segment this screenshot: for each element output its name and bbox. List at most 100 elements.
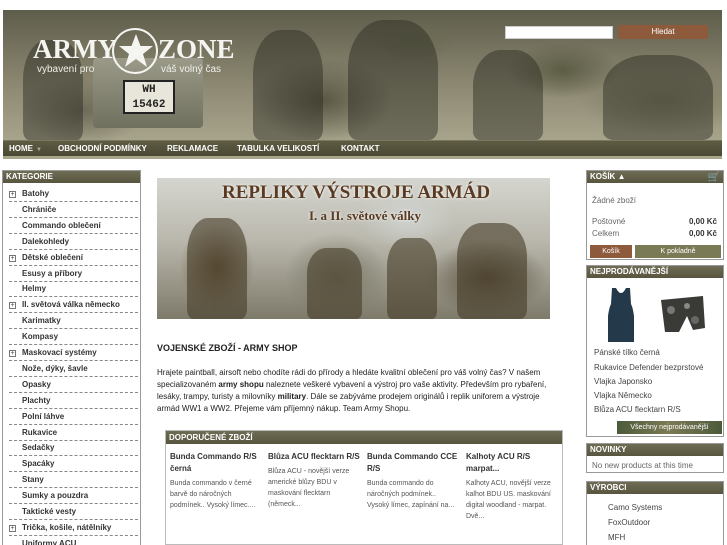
nav-item-size-chart[interactable]: TABULKA VELIKOSTÍ xyxy=(237,141,319,157)
soldier-silhouette xyxy=(387,238,437,319)
all-bestsellers-button[interactable]: Všechny nejprodávanější xyxy=(617,421,722,434)
expand-icon[interactable]: + xyxy=(9,191,16,198)
manufacturer-link[interactable]: MFH xyxy=(608,533,625,542)
product-card[interactable]: Kalhoty ACU R/S marpat... Kalhoty ACU, n… xyxy=(466,451,559,522)
sidebar-item[interactable]: Sumky a pouzdra xyxy=(9,488,138,505)
sidebar-item-label: Sedačky xyxy=(22,443,55,453)
nav-divider xyxy=(3,156,722,159)
search-input[interactable] xyxy=(505,26,613,39)
manufacturer-link[interactable]: FoxOutdoor xyxy=(608,518,650,527)
bestseller-item[interactable]: Pánské tílko černá xyxy=(594,348,660,357)
product-card[interactable]: Blůza ACU flecktarn R/S Blůza ACU - nově… xyxy=(268,451,361,510)
search-button[interactable]: Hledat xyxy=(618,25,708,39)
cart-button[interactable]: Košík xyxy=(590,245,632,258)
sidebar-item[interactable]: + Batohy xyxy=(9,186,138,202)
sidebar-item[interactable]: Polní láhve xyxy=(9,409,138,425)
bestseller-item[interactable]: Rukavice Defender bezprstové xyxy=(594,363,703,372)
news-box: NOVINKY No new products at this time xyxy=(586,443,724,473)
sidebar-item[interactable]: Taktické vesty xyxy=(9,504,138,520)
cart-title[interactable]: KOŠÍK ▲ xyxy=(587,171,723,183)
sidebar-item[interactable]: Kompasy xyxy=(9,329,138,346)
product-desc: Bunda commando v černé barvě do náročnýc… xyxy=(170,480,256,509)
sidebar-item[interactable]: + II. světová válka německo xyxy=(9,297,138,314)
sidebar-item-label: Rukavice xyxy=(22,427,58,437)
nav-item-complaints[interactable]: REKLAMACE xyxy=(167,141,218,157)
sidebar-item[interactable]: Opasky xyxy=(9,377,138,393)
sidebar-item-label: Esusy a příbory xyxy=(22,268,83,278)
manufacturer-link[interactable]: Camo Systems xyxy=(608,503,662,512)
product-image[interactable] xyxy=(603,286,639,344)
sidebar-item[interactable]: Dalekohledy xyxy=(9,234,138,250)
bestseller-item[interactable]: Vlajka Japonsko xyxy=(594,377,652,386)
bestseller-item[interactable]: Vlajka Německo xyxy=(594,391,652,400)
sidebar-item[interactable]: Sedačky xyxy=(9,440,138,457)
sidebar-item[interactable]: + Maskovací systémy xyxy=(9,345,138,361)
sidebar-item-label: Uniformy ACU xyxy=(22,538,77,545)
cart-icon[interactable]: 🛒 xyxy=(708,172,720,183)
sidebar-item[interactable]: Karimatky xyxy=(9,313,138,330)
expand-icon[interactable]: + xyxy=(9,524,16,532)
star-icon xyxy=(112,28,158,74)
logo-text-left: ARMY xyxy=(33,34,117,64)
product-desc: Kalhoty ACU, novější verze kalhot BDU US… xyxy=(466,480,551,520)
cart-empty-text: Žádné zboží xyxy=(592,196,637,205)
category-sidebar: KATEGORIE + Batohy Chrániče Commando obleče… xyxy=(2,170,141,545)
product-card[interactable]: Bunda Commando R/S černá Bunda commando … xyxy=(170,451,263,511)
checkout-button[interactable]: K pokladně xyxy=(635,245,721,258)
banner-title: REPLIKY VÝSTROJE ARMÁD xyxy=(222,182,491,203)
sidebar-item[interactable]: Stany xyxy=(9,472,138,489)
sidebar-item[interactable]: Uniformy ACU xyxy=(9,536,138,545)
sidebar-item[interactable]: Chrániče xyxy=(9,202,138,218)
cart-box: KOŠÍK ▲ 🛒 Žádné zboží Poštovné 0,00 Kč C… xyxy=(586,170,724,260)
sidebar-item[interactable]: Commando oblečení xyxy=(9,218,138,234)
product-image[interactable] xyxy=(657,286,707,344)
sidebar-item-label: Helmy xyxy=(22,284,47,294)
news-text: No new products at this time xyxy=(592,461,693,470)
cart-postage-value: 0,00 Kč xyxy=(688,217,717,226)
product-title[interactable]: Blůza ACU flecktarn R/S xyxy=(268,451,361,463)
license-plate: WH 15462 xyxy=(123,80,175,114)
soldier-silhouette xyxy=(253,30,323,140)
expand-icon[interactable]: + xyxy=(9,254,16,262)
manufacturers-box: VÝROBCI Camo Systems FoxOutdoor MFH xyxy=(586,481,724,545)
product-title[interactable]: Bunda Commando R/S černá xyxy=(170,451,263,475)
product-title[interactable]: Kalhoty ACU R/S marpat... xyxy=(466,451,559,475)
promo-banner[interactable]: REPLIKY VÝSTROJE ARMÁD I. a II. světové … xyxy=(157,178,550,319)
nav-item-contact[interactable]: KONTAKT xyxy=(341,141,380,157)
nav-item-terms[interactable]: OBCHODNÍ PODMÍNKY xyxy=(58,141,147,157)
plate-line: 15462 xyxy=(132,99,166,111)
soldier-silhouette xyxy=(348,20,438,140)
sidebar-title: KATEGORIE xyxy=(3,171,140,183)
expand-icon[interactable]: + xyxy=(9,302,16,310)
nav-item-home[interactable]: HOME ▼ xyxy=(9,141,42,157)
soldier-silhouette xyxy=(457,223,527,319)
sidebar-item-label: Commando oblečení xyxy=(22,220,101,230)
sidebar-item[interactable]: Esusy a příbory xyxy=(9,266,138,282)
sidebar-item[interactable]: Plachty xyxy=(9,393,138,409)
sidebar-item-label: Dalekohledy xyxy=(22,236,70,246)
sidebar-item[interactable]: + Dětské oblečení xyxy=(9,250,138,266)
bestseller-item[interactable]: Blůza ACU flecktarn R/S xyxy=(594,405,681,414)
cart-total-value: 0,00 Kč xyxy=(688,229,717,238)
cart-postage-label: Poštovné xyxy=(592,217,626,226)
intro-text: Hrajete paintball, airsoft nebo chodíte … xyxy=(157,367,555,415)
sidebar-item[interactable]: Nože, dýky, šavle xyxy=(9,361,138,377)
sidebar-item[interactable]: Rukavice xyxy=(9,425,138,441)
bestsellers-title: NEJPRODÁVANĚJŠÍ xyxy=(587,266,723,278)
product-card[interactable]: Bunda Commando CCE R/S Bunda commando do… xyxy=(367,451,460,511)
sidebar-item[interactable]: + Trička, košile, nátělníky xyxy=(9,520,138,536)
sidebar-item[interactable]: Spacáky xyxy=(9,456,138,473)
logo-tagline-right: váš volný čas xyxy=(161,64,222,75)
logo-text-right: ZONE xyxy=(158,34,235,64)
soldier-silhouette xyxy=(473,50,543,140)
sidebar-item-label: Kompasy xyxy=(22,332,59,342)
product-title[interactable]: Bunda Commando CCE R/S xyxy=(367,451,460,475)
sidebar-item-label: Trička, košile, nátělníky xyxy=(22,522,112,532)
sidebar-item-label: Maskovací systémy xyxy=(22,348,97,357)
cart-total-row: Celkem 0,00 Kč xyxy=(592,229,717,238)
recommended-products: DOPORUČENÉ ZBOŽÍ Bunda Commando R/S čern… xyxy=(165,430,563,545)
banner-subtitle: I. a II. světové války xyxy=(309,208,421,223)
expand-icon[interactable]: + xyxy=(9,350,16,357)
sidebar-item[interactable]: Helmy xyxy=(9,281,138,298)
logo-tagline-left: vybavení pro xyxy=(37,64,95,75)
